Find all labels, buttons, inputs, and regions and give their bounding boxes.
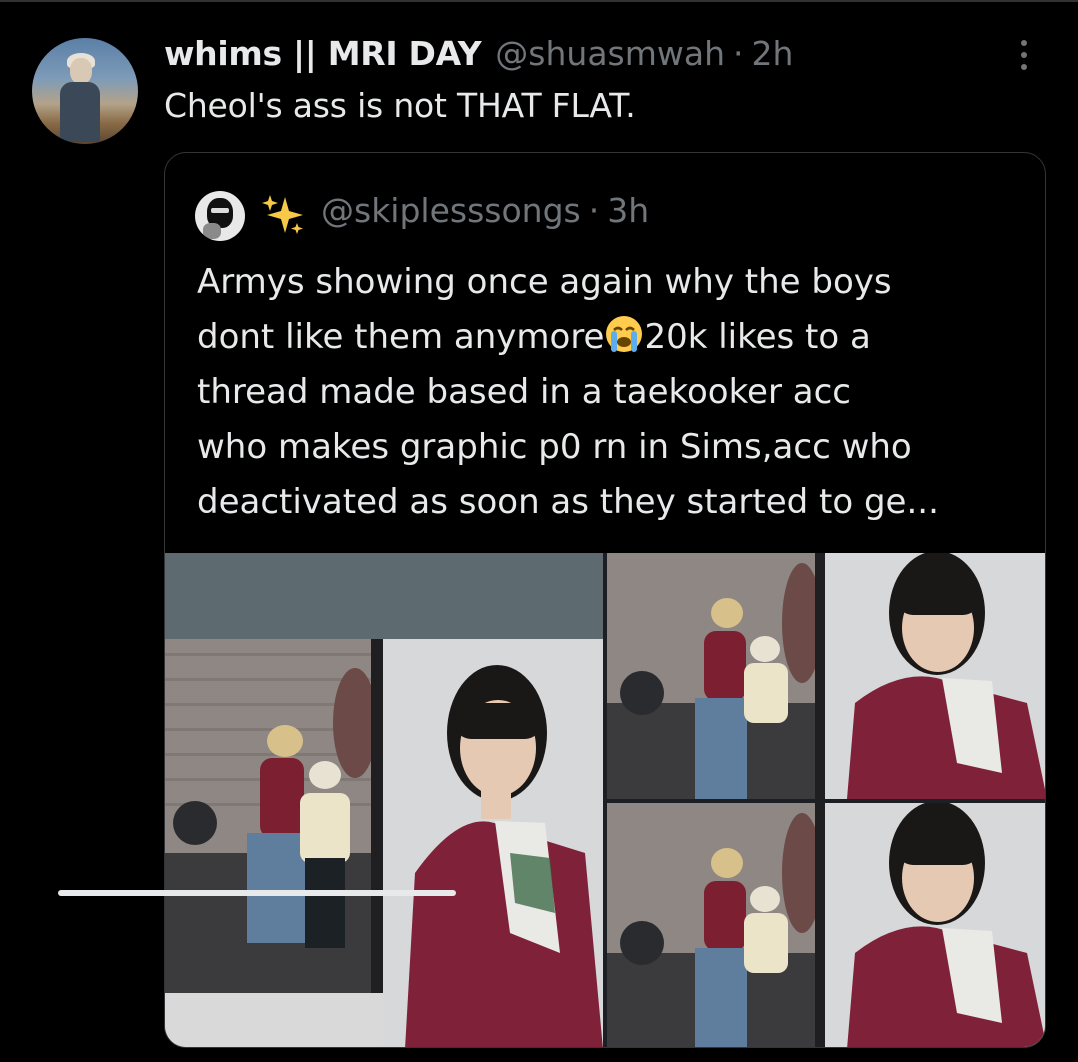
author-display-name[interactable]: whims || MRI DAY <box>164 34 482 73</box>
quoted-text-line: deactivated as soon as they started to g… <box>197 482 939 522</box>
media-image-1[interactable] <box>165 553 603 1047</box>
quoted-media-grid[interactable] <box>165 553 1045 1047</box>
tweet-timestamp[interactable]: 2h <box>752 34 794 73</box>
avatar-face <box>70 58 92 84</box>
more-vertical-icon[interactable] <box>1012 38 1036 72</box>
avatar-eyes <box>211 208 229 213</box>
avatar-body <box>60 82 100 142</box>
quoted-tweet-text: Armys showing once again why the boys do… <box>197 255 1027 530</box>
sparkles-icon <box>262 195 303 234</box>
author-avatar[interactable] <box>32 38 138 144</box>
horizontal-scrollbar[interactable] <box>58 890 456 896</box>
photo-collage-image <box>607 553 1045 799</box>
quoted-text-line: who makes graphic p0 rn in Sims,acc who <box>197 427 912 467</box>
quoted-author-avatar[interactable] <box>195 191 245 241</box>
quoted-author-handle[interactable]: @skiplesssongs <box>321 191 581 230</box>
top-divider <box>0 0 1078 2</box>
separator-dot: · <box>733 34 744 73</box>
photo-collage-image <box>607 803 1045 1047</box>
separator-dot: · <box>588 191 600 230</box>
quoted-text-line: dont like them anymore 20k likes to a <box>197 310 1027 365</box>
loudly-crying-face-emoji-icon <box>606 316 643 352</box>
quoted-text-line: thread made based in a taekooker acc <box>197 372 851 412</box>
quoted-text-line: Armys showing once again why the boys <box>197 262 892 302</box>
quoted-tweet-card[interactable]: @skiplesssongs · 3h Armys showing once a… <box>164 152 1046 1048</box>
media-image-3[interactable] <box>607 803 1045 1047</box>
author-handle[interactable]: @shuasmwah <box>495 34 725 73</box>
tweet-text: Cheol's ass is not THAT FLAT. <box>164 86 636 125</box>
media-image-2[interactable] <box>607 553 1045 799</box>
quoted-tweet-timestamp[interactable]: 3h <box>607 191 649 230</box>
photo-collage-image <box>165 553 603 1047</box>
tweet-header: whims || MRI DAY @shuasmwah · 2h <box>164 34 793 78</box>
quoted-tweet-header: @skiplesssongs · 3h <box>321 191 649 230</box>
avatar-hand <box>203 223 221 239</box>
